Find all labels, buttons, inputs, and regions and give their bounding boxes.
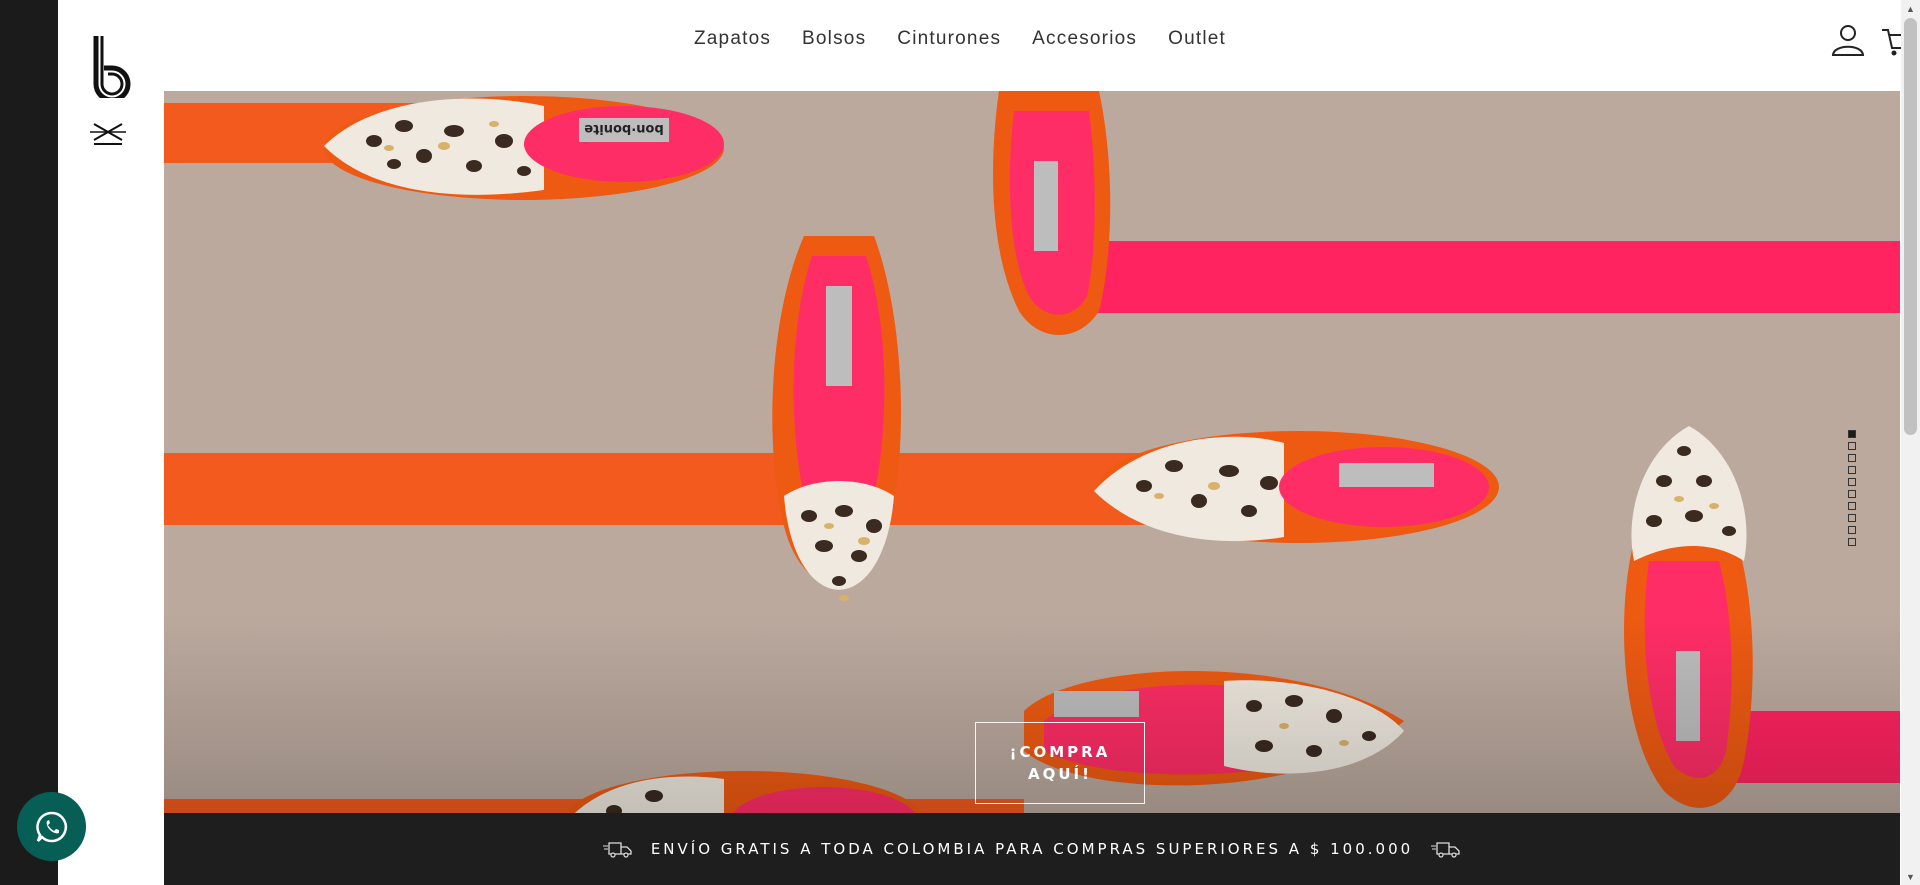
slider-dot-7[interactable] — [1848, 502, 1856, 510]
whatsapp-icon — [35, 811, 67, 842]
slider-dot-3[interactable] — [1848, 454, 1856, 462]
slider-pagination — [1848, 430, 1856, 546]
nav-list: Zapatos Bolsos Cinturones Accesorios Out… — [694, 28, 1226, 50]
slider-dot-5[interactable] — [1848, 478, 1856, 486]
scroll-up-arrow-icon[interactable]: ▲ — [1901, 0, 1920, 17]
shoe-brand-label: bon·bonite — [584, 121, 664, 136]
slider-dot-6[interactable] — [1848, 490, 1856, 498]
truck-icon — [602, 842, 632, 858]
nav-item-cinturones[interactable]: Cinturones — [897, 28, 1001, 49]
slider-dot-8[interactable] — [1848, 514, 1856, 522]
nav-item-bolsos[interactable]: Bolsos — [802, 28, 866, 49]
orange-shoe-2 — [993, 91, 1111, 335]
whatsapp-button[interactable] — [17, 792, 86, 861]
leopard-shoe-3 — [772, 236, 901, 601]
slider-dot-10[interactable] — [1848, 538, 1856, 546]
logo-b-icon[interactable] — [88, 34, 132, 98]
leopard-shoe-4 — [1094, 431, 1499, 543]
shop-now-label: ¡COMPRA AQUÍ! — [1010, 741, 1111, 785]
orange-stripe-middle — [164, 453, 1224, 525]
nav-item-accesorios[interactable]: Accesorios — [1032, 28, 1137, 49]
menu-toggle-icon[interactable] — [88, 120, 128, 148]
slider-dot-4[interactable] — [1848, 466, 1856, 474]
shop-now-line2: AQUÍ! — [1028, 765, 1092, 783]
slider-dot-9[interactable] — [1848, 526, 1856, 534]
shop-now-line1: ¡COMPRA — [1009, 743, 1111, 761]
user-icon[interactable] — [1830, 22, 1866, 58]
slider-dot-2[interactable] — [1848, 442, 1856, 450]
free-shipping-text: ENVÍO GRATIS A TODA COLOMBIA PARA COMPRA… — [650, 840, 1414, 858]
hero-slide-image: bon·bonite — [164, 91, 1900, 813]
pink-stripe-right — [1074, 241, 1900, 313]
shop-now-button[interactable]: ¡COMPRA AQUÍ! — [975, 722, 1145, 804]
free-shipping-banner: ENVÍO GRATIS A TODA COLOMBIA PARA COMPRA… — [164, 813, 1900, 885]
slider-dot-1[interactable] — [1848, 430, 1856, 438]
nav-item-zapatos[interactable]: Zapatos — [694, 28, 771, 49]
left-dark-strip — [0, 0, 58, 885]
scrollbar-thumb[interactable] — [1904, 18, 1917, 435]
scroll-down-arrow-icon[interactable]: ▼ — [1901, 868, 1920, 885]
nav-item-outlet[interactable]: Outlet — [1168, 28, 1226, 49]
leopard-shoe-1: bon·bonite — [324, 96, 724, 200]
main-navigation: Zapatos Bolsos Cinturones Accesorios Out… — [0, 28, 1920, 50]
page-scrollbar[interactable]: ▲ ▼ — [1901, 0, 1920, 885]
truck-icon — [1431, 842, 1460, 858]
